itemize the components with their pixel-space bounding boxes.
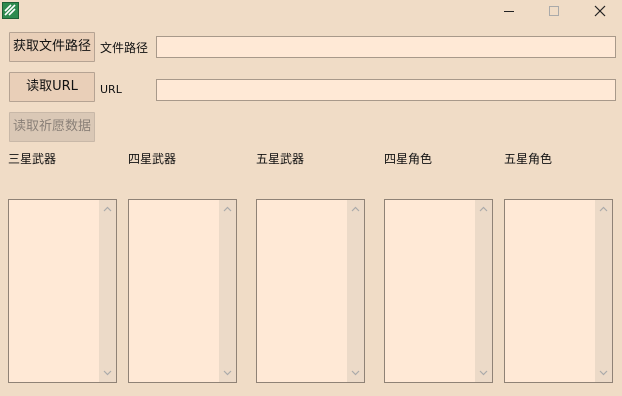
maximize-icon[interactable] bbox=[531, 0, 577, 22]
column-label-5star-weapon: 五星武器 bbox=[256, 152, 305, 166]
scroll-up-icon[interactable] bbox=[479, 205, 488, 214]
column-label-4star-weapon: 四星武器 bbox=[128, 152, 177, 166]
scroll-down-icon[interactable] bbox=[599, 368, 608, 377]
url-label: URL bbox=[100, 83, 122, 96]
main-window: 获取文件路径 文件路径 读取URL URL 读取祈愿数据 三星武器 四星武器 五… bbox=[0, 0, 622, 396]
scrollbar[interactable] bbox=[347, 200, 364, 382]
scrollbar[interactable] bbox=[475, 200, 492, 382]
scroll-up-icon[interactable] bbox=[103, 205, 112, 214]
read-wish-data-button[interactable]: 读取祈愿数据 bbox=[9, 112, 95, 142]
scroll-down-icon[interactable] bbox=[223, 368, 232, 377]
scrollbar[interactable] bbox=[595, 200, 612, 382]
scrollbar[interactable] bbox=[219, 200, 236, 382]
scroll-up-icon[interactable] bbox=[351, 205, 360, 214]
column-label-5star-character: 五星角色 bbox=[504, 152, 553, 166]
scrollbar[interactable] bbox=[99, 200, 116, 382]
list-5star-character[interactable] bbox=[504, 199, 613, 383]
column-label-4star-character: 四星角色 bbox=[384, 152, 433, 166]
scroll-up-icon[interactable] bbox=[599, 205, 608, 214]
file-path-field[interactable] bbox=[156, 36, 616, 58]
column-label-3star-weapon: 三星武器 bbox=[8, 152, 57, 166]
list-4star-character[interactable] bbox=[384, 199, 493, 383]
scroll-up-icon[interactable] bbox=[223, 205, 232, 214]
close-icon[interactable] bbox=[577, 0, 622, 22]
file-path-label: 文件路径 bbox=[100, 41, 149, 55]
get-file-path-button[interactable]: 获取文件路径 bbox=[9, 32, 95, 62]
list-4star-weapon[interactable] bbox=[128, 199, 237, 383]
read-url-button[interactable]: 读取URL bbox=[9, 72, 95, 102]
list-3star-weapon[interactable] bbox=[8, 199, 117, 383]
list-5star-weapon[interactable] bbox=[256, 199, 365, 383]
minimize-icon[interactable] bbox=[486, 0, 532, 22]
scroll-down-icon[interactable] bbox=[351, 368, 360, 377]
app-icon bbox=[2, 2, 19, 19]
title-bar bbox=[0, 0, 622, 22]
url-field[interactable] bbox=[156, 79, 616, 101]
scroll-down-icon[interactable] bbox=[103, 368, 112, 377]
scroll-down-icon[interactable] bbox=[479, 368, 488, 377]
